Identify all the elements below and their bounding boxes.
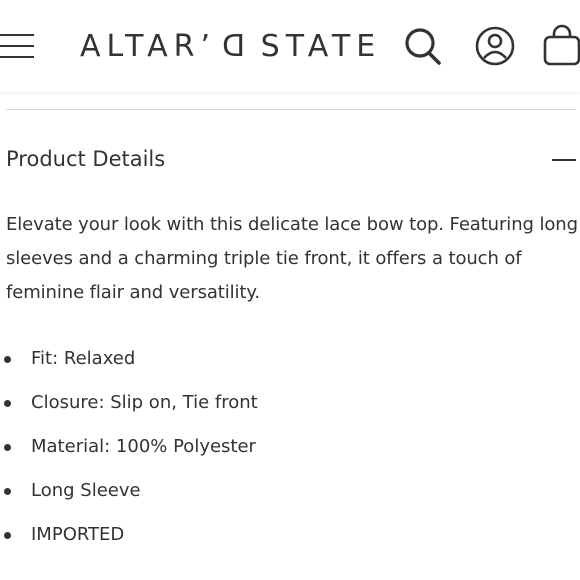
- bullet-icon: [4, 400, 11, 407]
- list-item: Fit: Relaxed: [0, 341, 258, 385]
- list-item: IMPORTED: [0, 517, 258, 561]
- bullet-text: IMPORTED: [31, 524, 125, 545]
- account-icon[interactable]: [473, 24, 517, 68]
- bullet-text: Fit: Relaxed: [31, 348, 136, 369]
- product-description: Elevate your look with this delicate lac…: [6, 214, 578, 303]
- shopping-bag-icon[interactable]: [540, 24, 580, 68]
- collapse-minus-icon[interactable]: [548, 150, 578, 170]
- bullet-icon: [4, 532, 11, 539]
- bullet-text: Long Sleeve: [31, 480, 141, 501]
- list-item: Long Sleeve: [0, 473, 258, 517]
- search-icon[interactable]: [403, 24, 443, 68]
- site-header: ALTAR’D STATE: [0, 0, 580, 92]
- menu-icon[interactable]: [0, 32, 36, 60]
- page: ALTAR’D STATE Product Details Elevate yo…: [0, 0, 580, 580]
- bullet-icon: [4, 488, 11, 495]
- list-item: Material: 100% Polyester: [0, 429, 258, 473]
- bullet-text: Material: 100% Polyester: [31, 436, 256, 457]
- bullet-icon: [4, 356, 11, 363]
- bullet-text: Closure: Slip on, Tie front: [31, 392, 258, 413]
- bullet-icon: [4, 444, 11, 451]
- product-details-list: Fit: Relaxed Closure: Slip on, Tie front…: [0, 341, 258, 561]
- section-title[interactable]: Product Details: [6, 145, 165, 173]
- list-item: Closure: Slip on, Tie front: [0, 385, 258, 429]
- brand-logo[interactable]: ALTAR’D STATE: [80, 28, 381, 66]
- section-divider: [6, 109, 576, 110]
